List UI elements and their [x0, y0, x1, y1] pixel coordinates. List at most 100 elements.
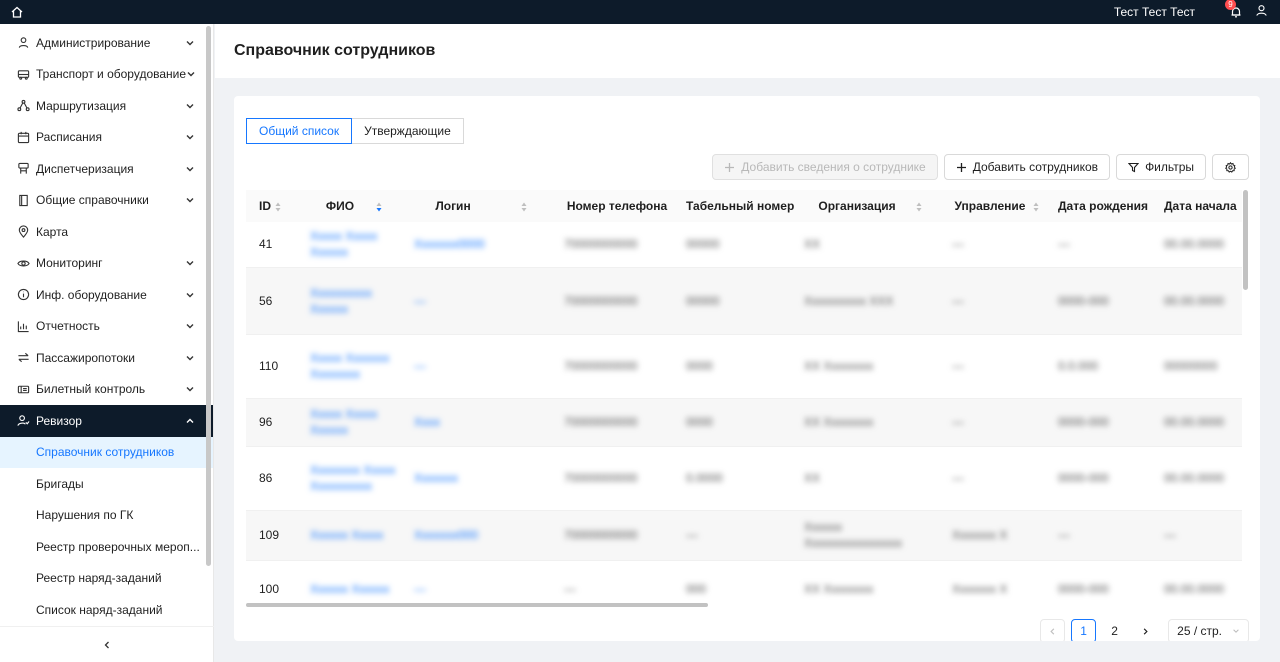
column-label: Номер телефона [566, 199, 668, 213]
sidebar-item-schedules[interactable]: Расписания [0, 122, 213, 154]
chevron-right-icon [1143, 627, 1148, 635]
cell-fio[interactable]: Xxxxxx Xxxxx [302, 510, 406, 561]
column-header-birth-date[interactable]: Дата рождения [1050, 190, 1156, 222]
sidebar-subitem-task-registry[interactable]: Реестр наряд-заданий [0, 563, 213, 595]
column-label: Логин [435, 199, 471, 213]
page-2-button[interactable]: 2 [1102, 619, 1127, 641]
sidebar-item-monitoring[interactable]: Мониторинг [0, 248, 213, 280]
tabs: Общий список Утверждающие [246, 118, 464, 144]
sidebar-item-transport[interactable]: Транспорт и оборудование [0, 59, 213, 91]
cell-id: 110 [246, 334, 302, 399]
sort-icon [275, 202, 281, 212]
ticket-icon [17, 385, 30, 394]
sidebar-item-dispatch[interactable]: Диспетчеризация [0, 153, 213, 185]
truck-icon [17, 69, 30, 80]
table-row[interactable]: 100 Xxxxxx Xxxxxx — — 000 XX Xxxxxxxx Xx… [246, 560, 1242, 603]
sidebar-subitem-violations[interactable]: Нарушения по ГК [0, 500, 213, 532]
table-row[interactable]: 110 Xxxxx Xxxxxxx Xxxxxxxx — 70000000000… [246, 334, 1242, 399]
page-1-button[interactable]: 1 [1071, 619, 1097, 641]
table-row[interactable]: 86 Xxxxxxxx Xxxxx Xxxxxxxxxx Xxxxxxx 700… [246, 446, 1242, 511]
cell-login[interactable]: — [406, 560, 556, 603]
column-header-login[interactable]: Логин [406, 190, 556, 222]
cell-value: 0000-000 [1058, 471, 1109, 485]
user-icon[interactable] [1255, 4, 1268, 20]
column-header-start-date[interactable]: Дата начала [1156, 190, 1242, 222]
column-header-department[interactable]: Управление [944, 190, 1050, 222]
cell-login[interactable]: — [406, 334, 556, 399]
cell-fio[interactable]: Xxxxx Xxxxxxx Xxxxxxxx [302, 334, 406, 399]
notifications-button[interactable]: 9 [1225, 0, 1243, 19]
sidebar-item-label: Пассажиропотоки [36, 350, 135, 365]
table-row[interactable]: 56 Xxxxxxxxxx Xxxxxx — 70000000000 00000… [246, 267, 1242, 335]
column-header-phone[interactable]: Номер телефона [556, 190, 678, 222]
sidebar-item-routing[interactable]: Маршрутизация [0, 90, 213, 122]
table-row[interactable]: 41 Xxxxx Xxxxx Xxxxxx Xxxxxxx0000 700000… [246, 222, 1242, 268]
column-label: Табельный номер [686, 199, 795, 213]
cell-fio[interactable]: Xxxxxxxxxx Xxxxxx [302, 267, 406, 335]
cell-tab: 0.0000 [678, 446, 796, 511]
cell-dob: 0.0.000 [1050, 334, 1156, 399]
next-page-button[interactable] [1133, 619, 1158, 641]
sidebar-item-administration[interactable]: Администрирование [0, 27, 213, 59]
table-vertical-scrollbar[interactable] [1243, 190, 1248, 290]
sidebar-item-label: Диспетчеризация [36, 161, 134, 176]
sidebar-scrollbar[interactable] [206, 26, 211, 566]
home-icon[interactable] [10, 5, 24, 19]
add-employee-info-button[interactable]: Добавить сведения о сотруднике [712, 154, 938, 180]
cell-value: 70000000000 [564, 237, 638, 252]
collapse-sidebar-button[interactable] [0, 626, 214, 662]
sidebar-item-reports[interactable]: Отчетность [0, 311, 213, 343]
cell-login[interactable]: Xxxx [406, 398, 556, 447]
sidebar-item-general-directories[interactable]: Общие справочники [0, 185, 213, 217]
cell-fio[interactable]: Xxxxx Xxxxx Xxxxxx [302, 222, 406, 268]
tab-approvers[interactable]: Утверждающие [352, 118, 464, 144]
column-header-fio[interactable]: ФИО [302, 190, 406, 222]
cell-login[interactable]: Xxxxxxx000 [406, 510, 556, 561]
table-horizontal-scrollbar[interactable] [246, 603, 708, 607]
sidebar-subitem-inspection-registry[interactable]: Реестр проверочных мероп... [0, 531, 213, 563]
table-row[interactable]: 109 Xxxxxx Xxxxx Xxxxxxx000 70000000000 … [246, 510, 1242, 561]
sidebar-item-passenger-flows[interactable]: Пассажиропотоки [0, 342, 213, 374]
page-header: Справочник сотрудников [215, 24, 1280, 78]
column-header-organization[interactable]: Организация [796, 190, 944, 222]
cell-id: 96 [246, 398, 302, 447]
cell-id: 86 [246, 446, 302, 511]
eye-icon [17, 260, 30, 267]
table-header-row: ID ФИО Логин Номер телефона Табельный но… [246, 190, 1242, 222]
tab-general-list[interactable]: Общий список [246, 118, 353, 144]
plus-icon [725, 162, 735, 172]
cell-value: — [1058, 528, 1070, 542]
cell-login[interactable]: Xxxxxxx0000 [406, 222, 556, 268]
sidebar-subitem-brigades[interactable]: Бригады [0, 468, 213, 500]
filters-button[interactable]: Фильтры [1116, 154, 1206, 180]
prev-page-button[interactable] [1040, 619, 1066, 641]
cell-fio[interactable]: Xxxxxx Xxxxxx [302, 560, 406, 603]
chevron-left-icon [1050, 627, 1055, 635]
column-header-id[interactable]: ID [246, 190, 302, 222]
add-employees-button[interactable]: Добавить сотрудников [943, 154, 1111, 180]
cell-value: 00.00.0000 [1164, 293, 1225, 308]
page-size-select[interactable]: 25 / стр. [1168, 619, 1249, 641]
settings-button[interactable] [1212, 154, 1249, 180]
table-row[interactable]: 96 Xxxxx Xxxxx Xxxxxx Xxxx 70000000000 0… [246, 398, 1242, 447]
dispatch-icon [18, 163, 29, 174]
cell-fio[interactable]: Xxxxxxxx Xxxxx Xxxxxxxxxx [302, 446, 406, 511]
cell-login[interactable]: — [406, 267, 556, 335]
chevron-down-icon [186, 355, 194, 361]
sidebar-item-label: Общие справочники [36, 193, 149, 208]
username[interactable]: Тест Тест Тест [1114, 5, 1195, 19]
cell-value: Xxxxx Xxxxxxx Xxxxxxxx [310, 351, 390, 381]
sidebar-item-map[interactable]: Карта [0, 216, 213, 248]
cell-login[interactable]: Xxxxxxx [406, 446, 556, 511]
sidebar-item-info-equipment[interactable]: Инф. оборудование [0, 279, 213, 311]
cell-fio[interactable]: Xxxxx Xxxxx Xxxxxx [302, 398, 406, 447]
column-header-tab-number[interactable]: Табельный номер [678, 190, 796, 222]
sidebar-menu: Администрирование Транспорт и оборудован… [0, 27, 213, 626]
sidebar-item-ticket-control[interactable]: Билетный контроль [0, 374, 213, 406]
cell-value: 0000-000 [1058, 582, 1109, 596]
cell-dept: Xxxxxxx X [944, 560, 1050, 603]
sidebar-subitem-employee-directory[interactable]: Справочник сотрудников [0, 436, 213, 468]
button-label: Добавить сотрудников [972, 160, 1099, 174]
sidebar-subitem-task-list[interactable]: Список наряд-заданий [0, 594, 213, 626]
sidebar-item-inspector[interactable]: Ревизор [0, 405, 213, 437]
